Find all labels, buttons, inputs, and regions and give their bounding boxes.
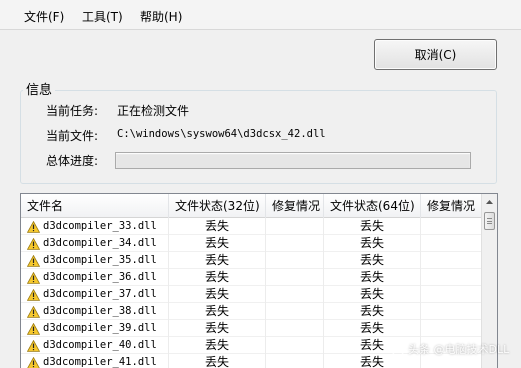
warning-icon [27,356,40,368]
warning-icon [27,288,40,301]
cell-repair32 [266,320,324,337]
column-header-status32[interactable]: 文件状态(32位) [169,194,266,218]
cell-status32: 丢失 [169,235,266,252]
cell-status32: 丢失 [169,303,266,320]
cell-status64: 丢失 [324,252,421,269]
cell-status64: 丢失 [324,320,421,337]
cancel-button[interactable]: 取消(C) [374,39,497,70]
cell-repair32 [266,235,324,252]
scroll-up-arrow-icon [486,200,493,204]
overall-progress-label: 总体进度: [46,154,99,168]
current-file-value: C:\windows\syswow64\d3dcsx_42.dll [117,128,326,140]
cell-repair32 [266,303,324,320]
cell-repair32 [266,354,324,368]
cell-status64: 丢失 [324,218,421,235]
cell-repair64 [421,218,483,235]
column-header-repair64[interactable]: 修复情况 [421,194,483,218]
scroll-up-button[interactable] [482,194,497,210]
scroll-thumb[interactable] [484,212,495,230]
watermark: 头条 @电脑技术DLL [391,340,509,358]
cell-repair32 [266,337,324,354]
table-row[interactable]: d3dcompiler_34.dll 丢失 丢失 [21,235,483,252]
cell-repair64 [421,235,483,252]
warning-icon [27,237,40,250]
table-row[interactable]: d3dcompiler_36.dll 丢失 丢失 [21,269,483,286]
menu-help[interactable]: 帮助(H) [140,8,182,25]
warning-icon [27,254,40,267]
cell-filename: d3dcompiler_33.dll [21,218,169,235]
cell-status32: 丢失 [169,337,266,354]
column-header-status64[interactable]: 文件状态(64位) [324,194,421,218]
table-row[interactable]: d3dcompiler_39.dll 丢失 丢失 [21,320,483,337]
filename-text: d3dcompiler_40.dll [43,339,157,351]
overall-progress-bar [115,152,471,169]
cell-repair64 [421,269,483,286]
menu-file[interactable]: 文件(F) [24,8,64,25]
current-task-label: 当前任务: [46,104,99,118]
cell-status64: 丢失 [324,235,421,252]
cell-repair32 [266,269,324,286]
cell-repair32 [266,286,324,303]
table-row[interactable]: d3dcompiler_38.dll 丢失 丢失 [21,303,483,320]
cell-status32: 丢失 [169,286,266,303]
cell-repair64 [421,252,483,269]
menu-tools[interactable]: 工具(T) [82,8,123,25]
cell-filename: d3dcompiler_34.dll [21,235,169,252]
current-task-value: 正在检测文件 [117,104,190,118]
cell-status32: 丢失 [169,320,266,337]
cell-filename: d3dcompiler_38.dll [21,303,169,320]
cell-repair64 [421,303,483,320]
column-header-filename[interactable]: 文件名 [21,194,169,218]
thumb-grip-icon [487,218,492,224]
cell-status32: 丢失 [169,218,266,235]
cell-status64: 丢失 [324,269,421,286]
cell-status32: 丢失 [169,354,266,368]
cell-status64: 丢失 [324,303,421,320]
watermark-text: 头条 @电脑技术DLL [408,343,510,356]
cell-filename: d3dcompiler_35.dll [21,252,169,269]
filename-text: d3dcompiler_38.dll [43,305,157,317]
column-header-repair32[interactable]: 修复情况 [266,194,324,218]
warning-icon [27,220,40,233]
cell-repair64 [421,320,483,337]
current-file-label: 当前文件: [46,129,99,143]
table-row[interactable]: d3dcompiler_35.dll 丢失 丢失 [21,252,483,269]
table-row[interactable]: d3dcompiler_37.dll 丢失 丢失 [21,286,483,303]
filename-text: d3dcompiler_34.dll [43,237,157,249]
cell-status32: 丢失 [169,252,266,269]
warning-icon [27,305,40,318]
cell-status64: 丢失 [324,286,421,303]
filename-text: d3dcompiler_37.dll [43,288,157,300]
filename-text: d3dcompiler_33.dll [43,220,157,232]
cell-filename: d3dcompiler_40.dll [21,337,169,354]
filename-text: d3dcompiler_35.dll [43,254,157,266]
cell-repair64 [421,286,483,303]
filename-text: d3dcompiler_39.dll [43,322,157,334]
filename-text: d3dcompiler_36.dll [43,271,157,283]
warning-icon [27,339,40,352]
cell-repair32 [266,252,324,269]
table-row[interactable]: d3dcompiler_33.dll 丢失 丢失 [21,218,483,235]
filename-text: d3dcompiler_41.dll [43,356,157,368]
menu-bar: 文件(F) 工具(T) 帮助(H) [0,0,521,30]
cell-status32: 丢失 [169,269,266,286]
cell-filename: d3dcompiler_39.dll [21,320,169,337]
info-group-label: 信息 [23,79,56,98]
table-header: 文件名 文件状态(32位) 修复情况 文件状态(64位) 修复情况 [21,194,483,218]
cell-filename: d3dcompiler_37.dll [21,286,169,303]
watermark-logo-icon [391,342,405,356]
cell-filename: d3dcompiler_41.dll [21,354,169,368]
warning-icon [27,322,40,335]
cell-filename: d3dcompiler_36.dll [21,269,169,286]
cell-repair32 [266,218,324,235]
warning-icon [27,271,40,284]
